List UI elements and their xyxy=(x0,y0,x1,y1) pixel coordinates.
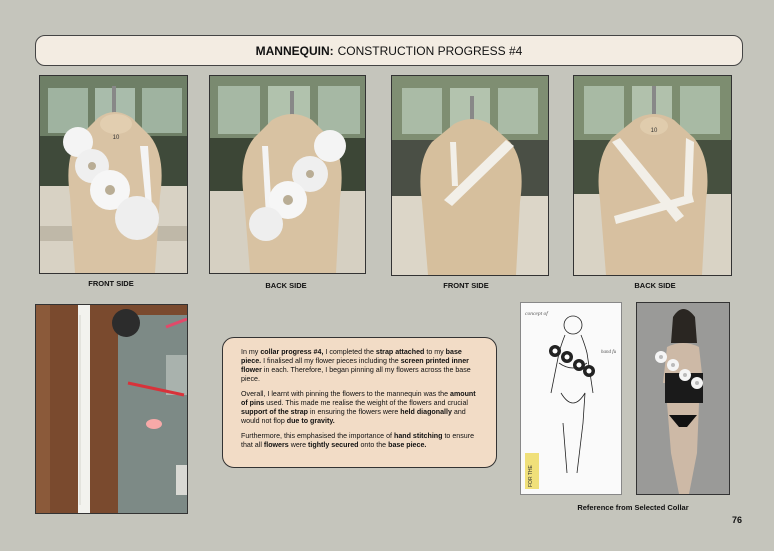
emphasis-text: held diagonally xyxy=(400,408,452,416)
sketch-note-bottom: FOR THE xyxy=(528,464,534,487)
body-text: Overall, I learnt with pinning the flowe… xyxy=(241,390,450,398)
body-text: were xyxy=(288,441,309,449)
page-number: 76 xyxy=(732,515,743,525)
emphasis-text: support of the strap xyxy=(241,408,308,416)
photo-front-strap xyxy=(391,75,549,276)
body-text: in each. Therefore, I began pinning all … xyxy=(241,366,471,383)
title-bold: MANNEQUIN: xyxy=(255,43,334,58)
emphasis-text: tightly secured xyxy=(308,441,359,449)
emphasis-text: due to gravity. xyxy=(286,417,335,425)
body-text: in ensuring the flowers were xyxy=(308,408,401,416)
emphasis-text: hand stitching xyxy=(393,432,443,440)
caption-reference: Reference from Selected Collar xyxy=(577,503,689,512)
reference-model-photo xyxy=(636,302,730,495)
caption-back-side-2: BACK SIDE xyxy=(634,281,676,290)
sketch-note-side: hand fu xyxy=(601,350,617,355)
size-label: 10 xyxy=(651,128,658,134)
title-text: CONSTRUCTION PROGRESS #4 xyxy=(337,43,523,58)
body-text: onto the xyxy=(358,441,389,449)
photo-strap-table xyxy=(35,304,188,514)
reference-sketch: concept of hand fu FOR THE xyxy=(520,302,622,495)
body-text: I finalised all my flower pieces includi… xyxy=(261,357,401,365)
caption-back-side-1: BACK SIDE xyxy=(265,281,307,290)
body-text: to my xyxy=(424,348,446,356)
body-text: Furthermore, this emphasised the importa… xyxy=(241,432,394,440)
emphasis-text: strap attached xyxy=(375,348,425,356)
page-title-bar: MANNEQUIN: CONSTRUCTION PROGRESS #4 xyxy=(35,35,743,66)
emphasis-text: base piece. xyxy=(388,441,427,449)
body-text: In my xyxy=(241,348,261,356)
caption-front-side-1: FRONT SIDE xyxy=(88,279,134,288)
paragraph-2: Overall, I learnt with pinning the flowe… xyxy=(241,390,478,426)
photo-back-strap: 10 xyxy=(573,75,732,276)
size-label: 10 xyxy=(113,135,120,141)
emphasis-text: collar progress #4, xyxy=(260,348,324,356)
progress-description: In my collar progress #4, I completed th… xyxy=(222,337,497,468)
body-text: used. This made me realise the weight of… xyxy=(264,399,468,407)
photo-back-flowers xyxy=(209,75,366,274)
paragraph-3: Furthermore, this emphasised the importa… xyxy=(241,432,478,450)
sketch-note-top: concept of xyxy=(525,310,549,317)
paragraph-1: In my collar progress #4, I completed th… xyxy=(241,348,478,384)
photo-front-flowers: 10 xyxy=(39,75,188,274)
caption-front-side-2: FRONT SIDE xyxy=(443,281,489,290)
emphasis-text: flowers xyxy=(263,441,289,449)
body-text: I completed the xyxy=(323,348,376,356)
